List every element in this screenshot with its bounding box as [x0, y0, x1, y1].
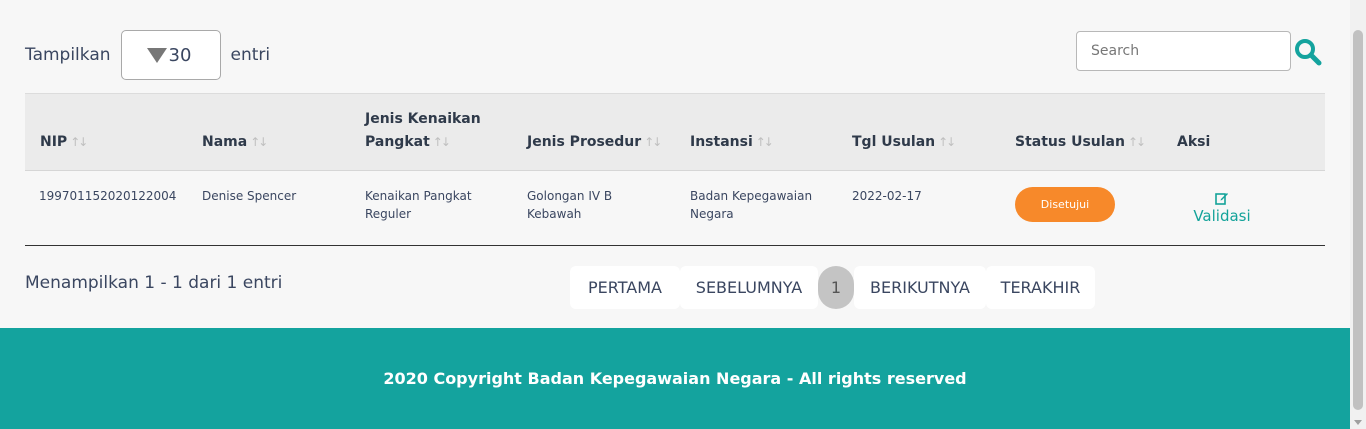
data-table: NIP ↑↓ Nama ↑↓ Jenis Kenaikan Pangkat ↑↓ Jen…: [25, 93, 1325, 246]
edit-icon: [1215, 193, 1228, 205]
search-input[interactable]: [1076, 31, 1291, 71]
scrollbar-thumb[interactable]: [1353, 30, 1363, 410]
sort-icon: ↑↓: [938, 135, 956, 149]
status-badge: Disetujui: [1015, 187, 1115, 222]
cell-jenis-kenaikan-pangkat: Kenaikan Pangkat Reguler: [365, 189, 472, 221]
cell-jenis-prosedur: Golongan IV B Kebawah: [527, 189, 613, 221]
column-header-instansi[interactable]: Instansi ↑↓: [690, 94, 774, 172]
vertical-scrollbar[interactable]: [1350, 0, 1366, 429]
column-header-tgl-usulan[interactable]: Tgl Usulan ↑↓: [852, 94, 956, 172]
pagination-previous-button[interactable]: SEBELUMNYA: [680, 266, 818, 309]
sort-icon: ↑↓: [755, 135, 774, 149]
length-prefix-label: Tampilkan: [25, 45, 111, 65]
pagination-first-button[interactable]: PERTAMA: [570, 266, 680, 309]
caret-down-icon: [146, 47, 167, 63]
main-content: Tampilkan 30 entri NIP↑↓ Nama↑↓ Jenis Ke…: [0, 0, 1350, 328]
footer: 2020 Copyright Badan Kepegawaian Negara …: [0, 328, 1350, 429]
validasi-button[interactable]: Validasi: [1177, 191, 1267, 225]
table-row: 199701152020122004 Denise Spencer Kenaik…: [25, 171, 1325, 246]
pagination: PERTAMA SEBELUMNYA 1 BERIKUTNYA TERAKHIR: [570, 266, 1095, 309]
sort-icon: ↑↓: [644, 135, 662, 149]
cell-instansi: Badan Kepegawaian Negara: [690, 189, 813, 221]
footer-copyright: 2020 Copyright Badan Kepegawaian Negara …: [383, 369, 967, 388]
search-icon[interactable]: [1293, 37, 1323, 67]
pagination-page-1[interactable]: 1: [818, 266, 854, 309]
validasi-label: Validasi: [1193, 207, 1251, 225]
column-header-nip[interactable]: NIP ↑↓: [40, 94, 88, 172]
column-header-aksi: Aksi: [1177, 134, 1211, 150]
cell-nip: 199701152020122004: [39, 189, 177, 203]
column-header-nama[interactable]: Nama ↑↓: [202, 94, 268, 172]
table-header: NIP ↑↓ Nama ↑↓ Jenis Kenaikan Pangkat ↑↓ Jen…: [25, 93, 1325, 171]
entries-per-page-select[interactable]: 30: [120, 30, 221, 80]
column-header-jenis-prosedur[interactable]: Jenis Prosedur ↑↓: [527, 94, 662, 172]
cell-nama: Denise Spencer: [202, 189, 297, 203]
pagination-next-button[interactable]: BERIKUTNYA: [854, 266, 986, 309]
length-suffix-label: entri: [230, 45, 271, 65]
column-header-status-usulan[interactable]: Status Usulan ↑↓: [1015, 94, 1146, 172]
table-info: Menampilkan 1 - 1 dari 1 entri: [25, 273, 283, 293]
entries-per-page-value: 30: [168, 44, 192, 66]
entries-length-control: Tampilkan 30 entri: [25, 30, 270, 80]
pagination-last-button[interactable]: TERAKHIR: [986, 266, 1095, 309]
column-header-jenis-kenaikan-pangkat[interactable]: Jenis Kenaikan Pangkat ↑↓: [365, 94, 481, 172]
sort-icon: ↑↓: [1127, 135, 1146, 149]
sort-icon: ↑↓: [70, 135, 88, 149]
sort-icon: ↑↓: [432, 135, 451, 149]
sort-icon: ↑↓: [250, 135, 268, 149]
cell-tgl-usulan: 2022-02-17: [852, 189, 922, 203]
scroll-down-arrow-icon[interactable]: [1354, 420, 1362, 425]
